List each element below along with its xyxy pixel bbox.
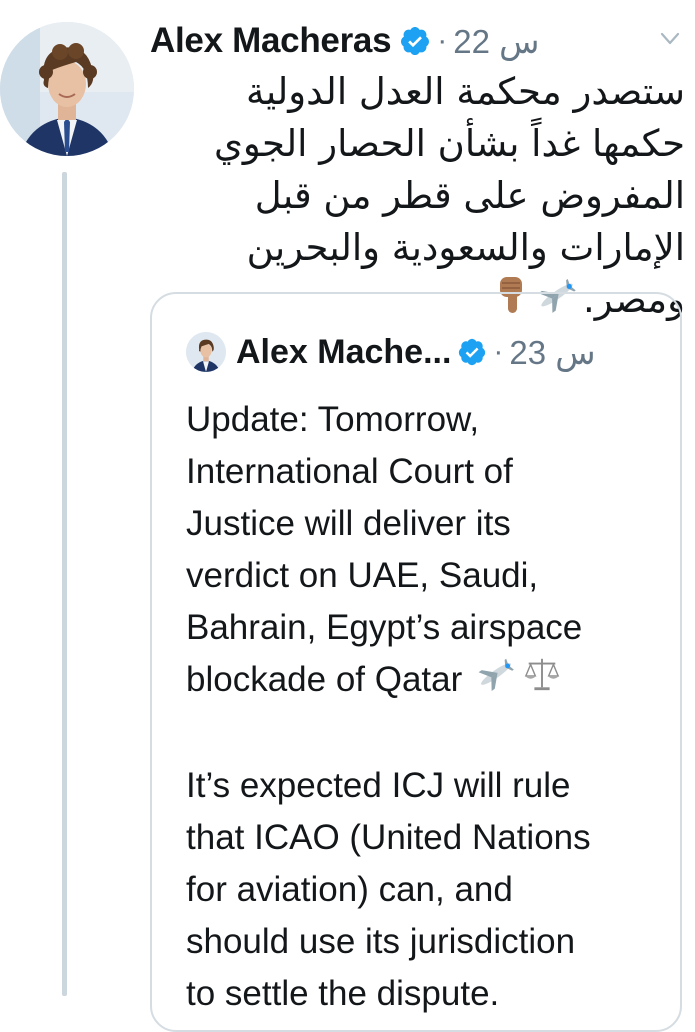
scales-emoji <box>522 655 562 708</box>
separator-dot: · <box>437 24 448 57</box>
tweet-header: Alex Macheras · 22 س <box>150 16 539 66</box>
quoted-tweet-timestamp: 23 س <box>509 333 596 371</box>
quoted-tweet-text: Update: Tomorrow, International Court of… <box>186 394 666 1030</box>
quoted-paragraph-2: It’s expected ICJ will rule that ICAO (U… <box>186 766 591 1014</box>
tweet[interactable]: Alex Macheras · 22 س ستصدر محكمة العدل ا… <box>0 0 695 1032</box>
verified-badge-icon <box>401 27 430 55</box>
tweet-text-content: ستصدر محكمة العدل الدولية حكمها غداً بشأ… <box>213 70 685 321</box>
quoted-tweet-card[interactable]: Alex Mache... · 23 س Update: Tomorrow, I… <box>150 292 682 1032</box>
separator-dot: · <box>493 335 504 368</box>
thread-line <box>62 172 67 996</box>
verified-badge-icon <box>459 338 486 366</box>
quoted-paragraph-1-text: Update: Tomorrow, International Court of… <box>186 400 583 699</box>
tweet-text: ستصدر محكمة العدل الدولية حكمها غداً بشأ… <box>150 66 685 329</box>
avatar[interactable] <box>0 22 134 156</box>
author-name[interactable]: Alex Macheras <box>150 21 392 61</box>
tweet-timestamp[interactable]: 22 س <box>453 22 539 61</box>
airplane-emoji <box>474 655 518 708</box>
chevron-down-icon[interactable] <box>660 32 680 46</box>
quoted-paragraph-1: Update: Tomorrow, International Court of… <box>186 394 666 708</box>
quoted-tweet-header: Alex Mache... · 23 س <box>186 330 596 374</box>
quoted-avatar <box>186 332 226 372</box>
quoted-author-name: Alex Mache... <box>236 332 452 371</box>
